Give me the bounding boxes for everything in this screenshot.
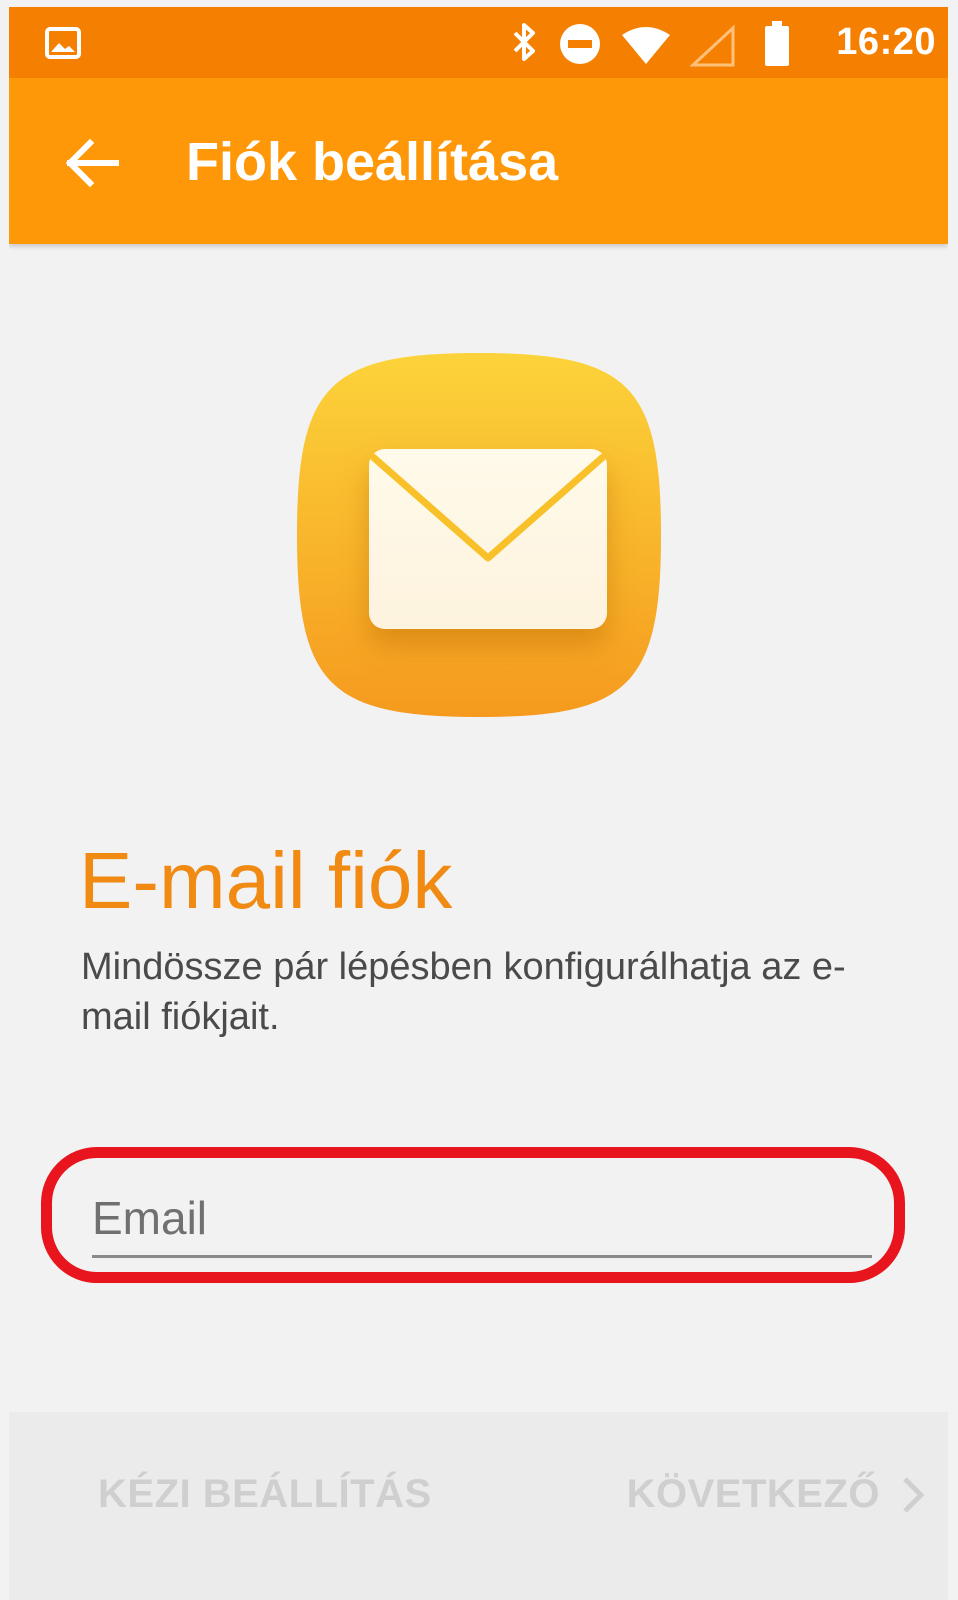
- app-bar: Fiók beállítása: [9, 78, 948, 244]
- clock: 16:20: [836, 21, 936, 63]
- mail-app-icon: [289, 345, 669, 730]
- chevron-right-icon: [903, 1476, 924, 1513]
- status-bar: 16:20: [9, 7, 948, 78]
- bottom-bar: KÉZI BEÁLLÍTÁS KÖVETKEZŐ: [9, 1412, 948, 1600]
- bluetooth-icon: [509, 21, 539, 68]
- subtitle: Mindössze pár lépésben konfigurálhatja a…: [81, 946, 846, 1038]
- back-button[interactable]: [57, 133, 127, 193]
- next-label: KÖVETKEZŐ: [626, 1472, 880, 1516]
- next-button[interactable]: KÖVETKEZŐ: [627, 1472, 924, 1517]
- manual-setup-button[interactable]: KÉZI BEÁLLÍTÁS: [98, 1472, 432, 1517]
- screen: 16:20 Fiók beállítása E-mail fiók Mindös…: [9, 7, 948, 1600]
- arrow-left-icon: [65, 138, 119, 188]
- signal-icon: [689, 24, 736, 72]
- heading: E-mail fiók: [79, 836, 453, 925]
- page-title: Fiók beállítása: [186, 132, 559, 192]
- battery-icon: [763, 21, 791, 72]
- email-field[interactable]: [92, 1181, 872, 1258]
- gallery-icon: [45, 27, 81, 64]
- wifi-icon: [621, 27, 671, 70]
- do-not-disturb-icon: [559, 23, 601, 70]
